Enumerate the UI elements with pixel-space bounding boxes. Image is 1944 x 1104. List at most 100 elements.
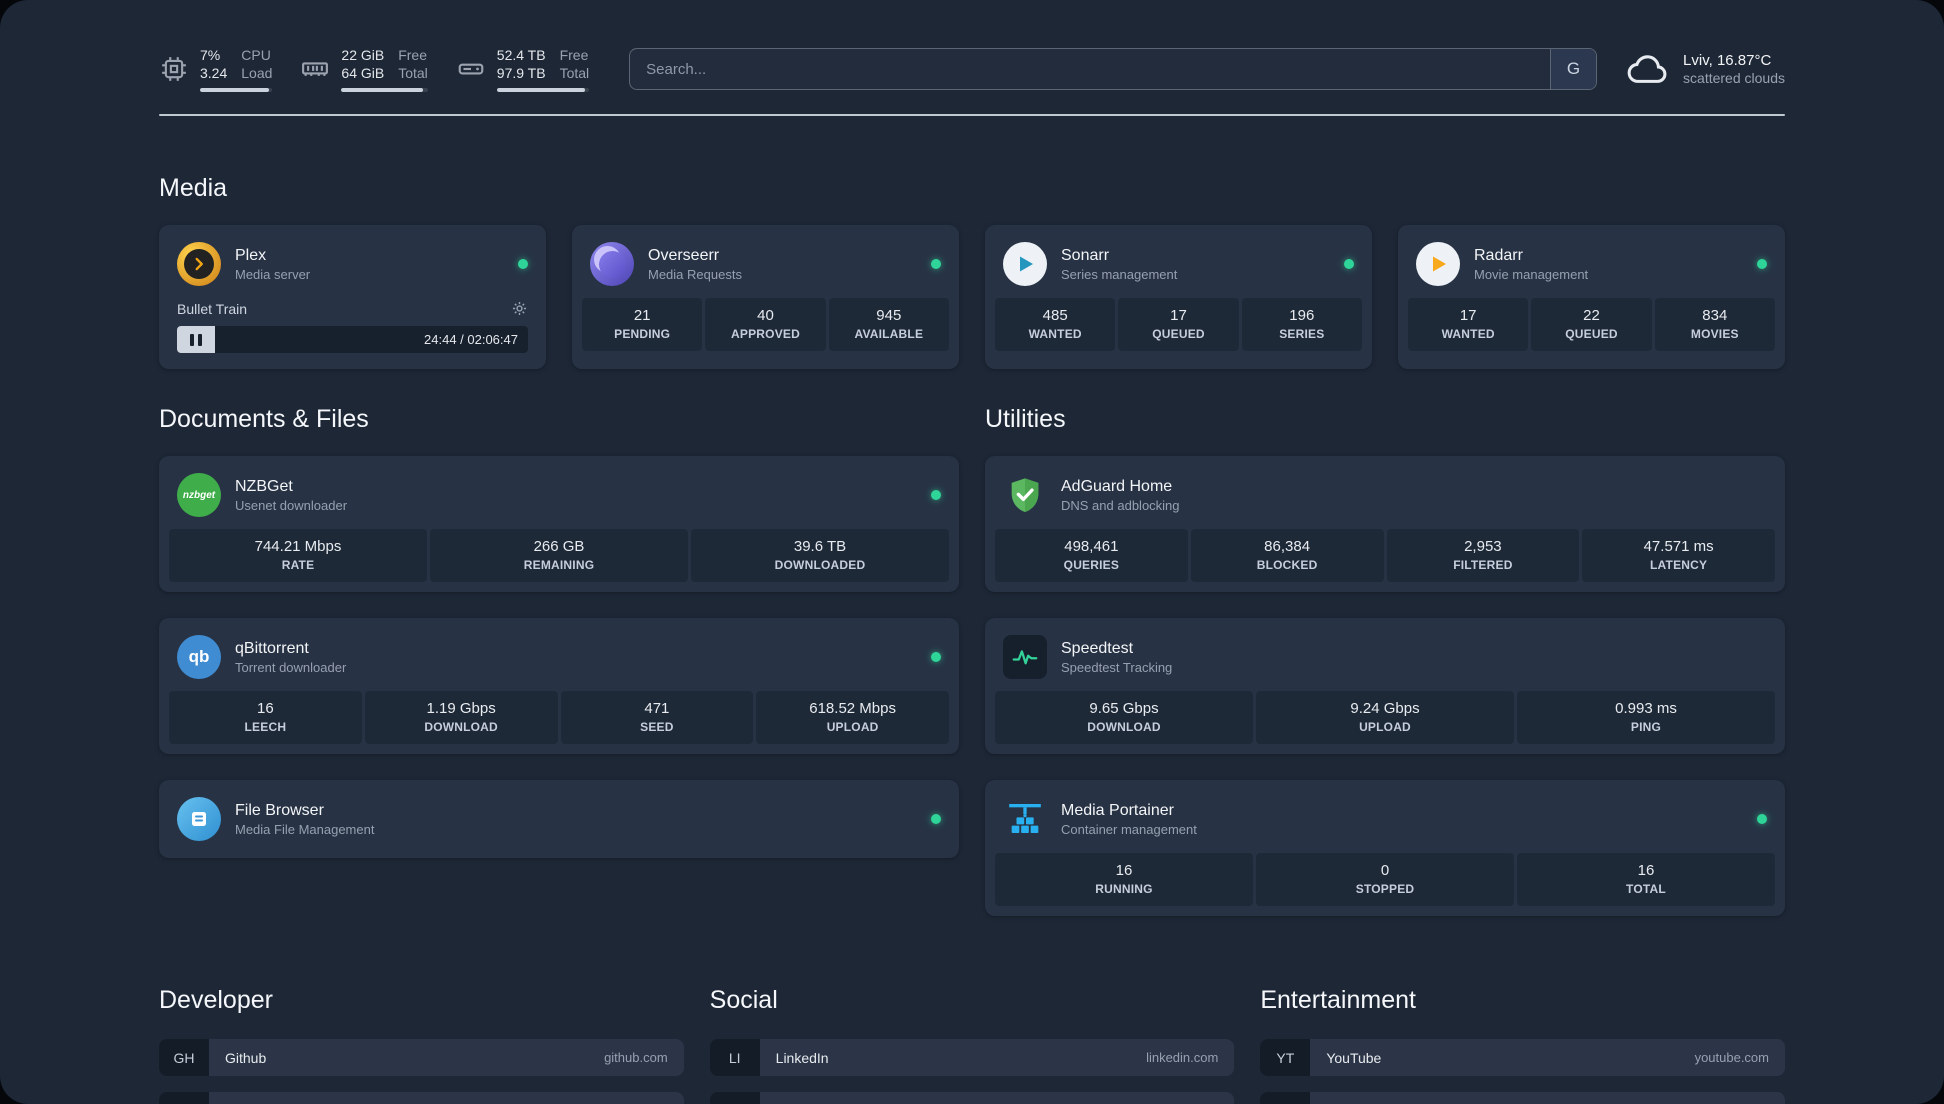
service-description: Container management (1061, 821, 1197, 837)
cpu-load-label: Load (241, 65, 273, 81)
memory-icon (300, 54, 330, 84)
bookmark-group-entertainment: Entertainment YT YouTube youtube.com NF … (1260, 986, 1785, 1104)
status-dot (931, 652, 941, 662)
status-dot (931, 814, 941, 824)
memory-total-value: 64 GiB (341, 65, 385, 81)
service-name[interactable]: NZBGet (235, 478, 347, 496)
search-input[interactable] (630, 60, 1551, 78)
bookmark-group-title: Social (709, 986, 778, 1014)
stat-downloaded: 39.6 TB DOWNLOADED (691, 529, 949, 582)
service-name[interactable]: AdGuard Home (1061, 478, 1180, 496)
bookmark-abbr: TW (709, 1092, 760, 1104)
cpu-usage-value: 7% (200, 47, 221, 63)
service-description: Speedtest Tracking (1061, 659, 1173, 675)
service-name[interactable]: Speedtest (1061, 640, 1172, 658)
bookmark-youtube[interactable]: YT YouTube youtube.com (1260, 1039, 1785, 1076)
stat-upload: 618.52 Mbps UPLOAD (756, 691, 949, 744)
disk-icon (456, 54, 486, 84)
stat-leech: 16 LEECH (169, 691, 362, 744)
stat-available: 945 AVAILABLE (828, 298, 949, 351)
plex-icon[interactable] (177, 242, 221, 286)
now-playing-title: Bullet Train (177, 300, 248, 317)
service-description: Torrent downloader (235, 659, 347, 675)
now-playing-widget: Bullet Train 24:44 / 02:06:47 (169, 298, 536, 359)
search-bar: G (629, 48, 1598, 90)
disk-free-label: Free (559, 47, 589, 63)
bookmark-stackoverflow[interactable]: SO StackOverflow stackoverflow.com (159, 1092, 684, 1104)
stat-series: 196 SERIES (1241, 298, 1362, 351)
documents-column: Documents & Files nzbget NZBGet Usenet d… (159, 405, 959, 858)
bookmark-url: linkedin.com (1146, 1050, 1219, 1065)
disk-total-value: 97.9 TB (496, 65, 546, 81)
speedtest-icon[interactable] (1003, 635, 1047, 679)
stat-ping: 0.993 ms PING (1517, 691, 1775, 744)
bookmark-url: github.com (604, 1050, 668, 1065)
memory-free-value: 22 GiB (341, 47, 385, 63)
filebrowser-icon[interactable] (177, 797, 221, 841)
status-dot (1344, 259, 1354, 269)
stat-queries: 498,461 QUERIES (995, 529, 1188, 582)
bookmark-linkedin[interactable]: LI LinkedIn linkedin.com (709, 1039, 1235, 1076)
qbittorrent-icon[interactable]: qb (177, 635, 221, 679)
section-title-media: Media (159, 174, 228, 202)
stat-rate: 744.21 Mbps RATE (169, 529, 427, 582)
service-name[interactable]: Sonarr (1061, 247, 1177, 265)
overseerr-icon[interactable] (590, 242, 634, 286)
seek-bar[interactable]: 24:44 / 02:06:47 (177, 326, 528, 353)
bookmark-github[interactable]: GH Github github.com (159, 1039, 684, 1076)
cpu-load-value: 3.24 (200, 65, 228, 81)
service-description: Media Requests (648, 266, 742, 282)
service-description: Movie management (1474, 266, 1589, 282)
service-name[interactable]: File Browser (235, 802, 374, 820)
service-card-overseerr: Overseerr Media Requests 21 PENDING 40 A… (572, 225, 959, 369)
utilities-column: Utilities AdGuard Home DNS and adblockin… (985, 405, 1785, 916)
bookmark-netflix[interactable]: NF Netflix netflix.com (1260, 1092, 1785, 1104)
service-card-adguard: AdGuard Home DNS and adblocking 498,461 … (985, 456, 1785, 592)
stat-pending: 21 PENDING (582, 298, 703, 351)
playback-time: 24:44 / 02:06:47 (424, 332, 518, 347)
bookmark-group-title: Entertainment (1260, 986, 1416, 1014)
bookmark-abbr: YT (1260, 1039, 1311, 1076)
bookmark-abbr: LI (709, 1039, 760, 1076)
service-card-sonarr: Sonarr Series management 485 WANTED 17 Q… (985, 225, 1372, 369)
service-name[interactable]: Overseerr (648, 247, 742, 265)
service-name[interactable]: Plex (235, 247, 310, 265)
weather-widget: Lviv, 16.87°C scattered clouds (1625, 50, 1785, 88)
pause-button[interactable] (177, 326, 215, 353)
disk-progress-bar (496, 88, 590, 92)
sonarr-icon[interactable] (1003, 242, 1047, 286)
gear-icon[interactable] (511, 300, 528, 317)
stat-wanted: 485 WANTED (995, 298, 1116, 351)
stat-queued: 17 QUEUED (1118, 298, 1239, 351)
dashboard: 7% 3.24 CPU Load 22 GiB 64 GiB Free Tota… (0, 0, 1944, 1104)
portainer-icon[interactable] (1003, 797, 1047, 841)
disk-total-label: Total (559, 65, 590, 81)
stat-download: 9.65 Gbps DOWNLOAD (995, 691, 1253, 744)
memory-progress-bar (341, 88, 428, 92)
memory-widget: 22 GiB 64 GiB Free Total (300, 46, 428, 92)
bookmark-name: YouTube (1326, 1049, 1382, 1066)
service-name[interactable]: Media Portainer (1061, 802, 1197, 820)
bookmark-abbr: SO (159, 1092, 209, 1104)
bookmark-twitter[interactable]: TW Twitter twitter.com (709, 1092, 1235, 1104)
nzbget-icon[interactable]: nzbget (177, 473, 221, 517)
search-provider-button[interactable]: G (1550, 49, 1597, 89)
stat-approved: 40 APPROVED (705, 298, 826, 351)
service-name[interactable]: Radarr (1474, 247, 1588, 265)
service-card-nzbget: nzbget NZBGet Usenet downloader 744.21 M… (159, 456, 959, 592)
radarr-icon[interactable] (1416, 242, 1460, 286)
adguard-icon[interactable] (1003, 473, 1047, 517)
service-card-qbittorrent: qb qBittorrent Torrent downloader 16 LEE… (159, 618, 959, 754)
weather-condition: scattered clouds (1683, 70, 1785, 86)
service-name[interactable]: qBittorrent (235, 640, 346, 658)
stat-upload: 9.24 Gbps UPLOAD (1256, 691, 1514, 744)
service-description: Media File Management (235, 821, 375, 837)
stat-queued: 22 QUEUED (1531, 298, 1652, 351)
status-dot (1757, 259, 1767, 269)
stat-latency: 47.571 ms LATENCY (1582, 529, 1775, 582)
stat-running: 16 RUNNING (995, 853, 1253, 906)
service-description: Media server (235, 266, 311, 282)
service-card-filebrowser: File Browser Media File Management (159, 780, 959, 858)
bookmark-abbr: GH (159, 1039, 209, 1076)
top-bar: 7% 3.24 CPU Load 22 GiB 64 GiB Free Tota… (159, 46, 1785, 92)
